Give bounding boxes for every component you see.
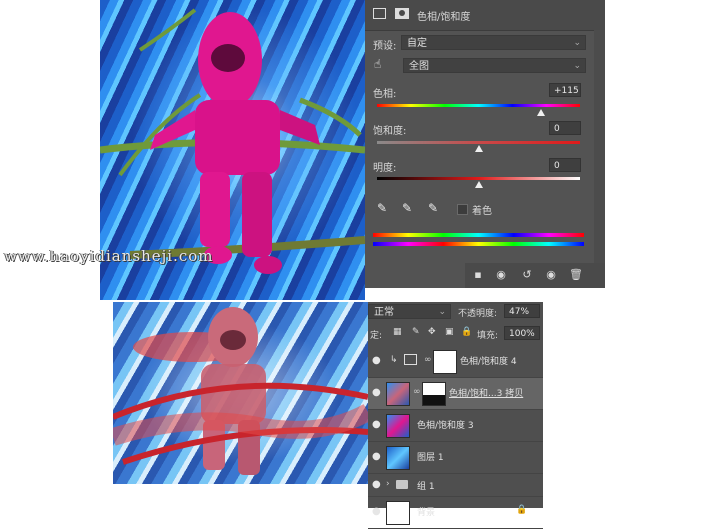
layer-name: 图层 1	[417, 453, 444, 463]
lock-artboard-icon[interactable]: ▣	[445, 327, 454, 337]
visibility-eye-icon[interactable]: ●	[372, 479, 381, 490]
output-spectrum-bar	[373, 242, 584, 246]
lock-label: 定:	[370, 331, 383, 341]
layer-row-group[interactable]: ● › 组 1	[368, 474, 543, 497]
saturation-label: 饱和度:	[373, 126, 407, 137]
artwork-canvas-bottom	[113, 302, 368, 484]
saturation-slider-thumb[interactable]	[474, 145, 483, 152]
adjustment-layer-icon	[404, 354, 417, 365]
on-image-adjust-icon[interactable]: ☝	[374, 57, 381, 71]
layer-thumbnail	[386, 501, 410, 525]
chevron-down-icon: ⌄	[438, 307, 446, 317]
blend-mode-select[interactable]: 正常 ⌄	[368, 304, 451, 319]
mask-icon[interactable]	[395, 8, 409, 19]
chevron-down-icon: ⌄	[573, 38, 581, 48]
layer-name: 色相/饱和度 3	[417, 421, 474, 431]
properties-footer: ▪ ◉ ↺ ◉ 🗑	[465, 263, 605, 288]
reset-icon[interactable]: ↺	[519, 268, 535, 282]
lock-all-icon[interactable]: 🔒	[461, 327, 472, 337]
layer-thumbnail	[386, 414, 410, 438]
scrollbar[interactable]	[594, 30, 605, 263]
lightness-slider-track[interactable]	[377, 177, 580, 180]
layer-row[interactable]: ● ↳ ∞ 色相/饱和度 4	[368, 346, 543, 378]
lightness-label: 明度:	[373, 163, 397, 174]
properties-panel: 色相/饱和度 预设: 自定 ⌄ ☝ 全图 ⌄ 色相: +115 饱和度: 0 明…	[365, 0, 605, 288]
properties-header: 色相/饱和度	[365, 0, 605, 31]
fill-input[interactable]: 100%	[504, 326, 540, 340]
visibility-eye-icon[interactable]: ●	[372, 451, 381, 462]
layer-row[interactable]: ● 图层 1	[368, 442, 543, 474]
lightness-slider-thumb[interactable]	[474, 181, 483, 188]
view-previous-state-icon[interactable]: ◉	[493, 268, 509, 282]
lock-transparent-icon[interactable]: ▦	[393, 327, 402, 337]
hue-label: 色相:	[373, 89, 397, 100]
hue-value-input[interactable]: +115	[549, 83, 581, 97]
chevron-right-icon[interactable]: ›	[386, 479, 390, 489]
layer-name: 色相/饱和...3 拷贝	[449, 389, 524, 399]
layer-mask-thumbnail	[433, 350, 457, 374]
visibility-eye-icon[interactable]: ◉	[543, 268, 559, 282]
fill-label: 填充:	[477, 331, 499, 341]
layer-name: 色相/饱和度 4	[460, 357, 517, 367]
watermark-text: www.haoyidiansheji.com	[4, 247, 214, 265]
eyedropper-plus-icon[interactable]: ✎	[402, 201, 412, 215]
adjustment-layer-icon[interactable]	[373, 8, 386, 19]
hue-slider-track[interactable]	[377, 104, 580, 107]
preset-select[interactable]: 自定 ⌄	[401, 35, 586, 50]
hue-slider-thumb[interactable]	[537, 109, 546, 116]
channel-select[interactable]: 全图 ⌄	[403, 58, 586, 73]
layer-row-selected[interactable]: ● ∞ 色相/饱和...3 拷贝	[368, 378, 543, 410]
layer-mask-thumbnail	[422, 382, 446, 406]
astronaut-illustration-tinted	[113, 307, 368, 475]
preset-label: 预设:	[373, 41, 397, 52]
visibility-eye-icon[interactable]: ●	[372, 355, 381, 366]
clip-to-layer-icon[interactable]: ▪	[470, 268, 486, 282]
folder-icon	[396, 480, 408, 489]
panel-title: 色相/饱和度	[417, 12, 471, 23]
chain-link-icon: ∞	[424, 355, 432, 365]
layer-row[interactable]: ● 背景 🔒	[368, 497, 543, 529]
clipping-arrow-icon: ↳	[390, 355, 398, 365]
layers-panel: 正常 ⌄ 不透明度: 47% 定: ▦ ✎ ✥ ▣ 🔒 填充: 100% ● ↳…	[368, 302, 543, 529]
visibility-eye-icon[interactable]: ●	[372, 387, 381, 398]
opacity-label: 不透明度:	[458, 309, 498, 319]
chain-link-icon: ∞	[413, 387, 421, 397]
chevron-down-icon: ⌄	[573, 61, 581, 71]
opacity-input[interactable]: 47%	[504, 304, 540, 318]
layer-thumbnail	[386, 382, 410, 406]
layer-thumbnail	[386, 446, 410, 470]
input-spectrum-bar	[373, 233, 584, 237]
lightness-value-input[interactable]: 0	[549, 158, 581, 172]
colorize-label: 着色	[472, 206, 492, 217]
lock-icon: 🔒	[516, 505, 528, 515]
preset-value: 自定	[407, 38, 427, 49]
channel-value: 全图	[409, 61, 429, 72]
trash-icon[interactable]: 🗑	[568, 268, 584, 282]
layer-row[interactable]: ● 色相/饱和度 3	[368, 410, 543, 442]
layer-name: 组 1	[417, 482, 435, 492]
colorize-checkbox[interactable]	[457, 204, 468, 215]
saturation-slider-track[interactable]	[377, 141, 580, 144]
eyedropper-minus-icon[interactable]: ✎	[428, 201, 438, 215]
layer-name: 背景	[417, 508, 436, 518]
visibility-eye-icon[interactable]: ●	[372, 419, 381, 430]
eyedropper-icon[interactable]: ✎	[377, 201, 387, 215]
blend-mode-value: 正常	[374, 307, 394, 318]
lock-brush-icon[interactable]: ✎	[412, 327, 420, 337]
saturation-value-input[interactable]: 0	[549, 121, 581, 135]
lock-move-icon[interactable]: ✥	[428, 327, 436, 337]
